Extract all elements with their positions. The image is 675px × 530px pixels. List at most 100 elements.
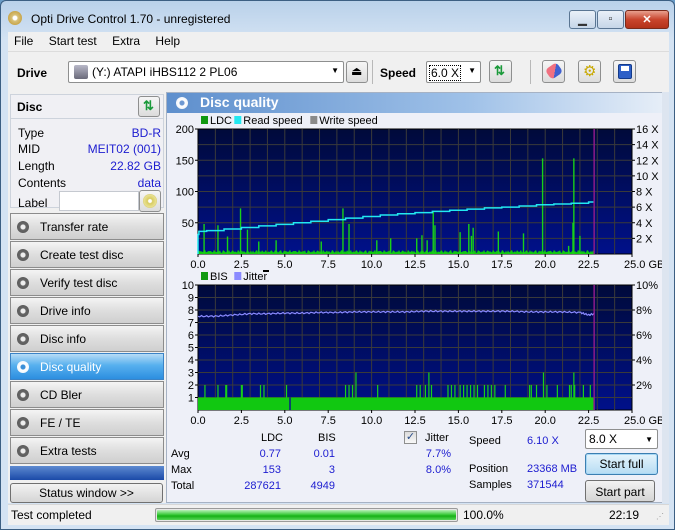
position-label: Position xyxy=(469,463,509,475)
close-icon: ✕ xyxy=(642,14,652,26)
y-tick-label-left: 3 xyxy=(188,368,194,380)
legend-swatch-write-speed xyxy=(310,116,318,124)
legend-marker xyxy=(263,270,269,272)
eject-button[interactable]: ⏏ xyxy=(346,61,368,83)
erase-button[interactable] xyxy=(542,60,565,83)
charts: LDC Read speed Write speed2001501005016 X1… xyxy=(176,115,665,427)
speed-select[interactable]: 6.0 X ▼ xyxy=(426,61,481,83)
status-window-button[interactable]: Status window >> xyxy=(10,483,163,503)
legend-label-write-speed: Write speed xyxy=(319,115,378,127)
minimize-button[interactable]: ▁ xyxy=(569,10,596,29)
y-tick-label-right: 10% xyxy=(636,280,658,292)
x-tick-label: 2.5 xyxy=(234,415,249,427)
y-tick-label-right: 10 X xyxy=(636,171,659,183)
x-tick-label: 12.5 xyxy=(404,415,425,427)
nav-item-cd-bler[interactable]: CD Bler xyxy=(10,381,164,408)
label-input[interactable] xyxy=(59,191,139,211)
nav-item-label: CD Bler xyxy=(40,388,83,402)
refresh-icon: ⇅ xyxy=(494,63,505,78)
nav-item-label: FE / TE xyxy=(40,416,81,430)
nav-item-drive-info[interactable]: Drive info xyxy=(10,297,164,324)
position-value: 23368 MB xyxy=(527,463,578,475)
status-bar: Test completed 100.0% 22:19 ⋰ xyxy=(8,504,669,525)
y-tick-label-right: 12 X xyxy=(636,155,659,167)
x-tick-label: 10.0 xyxy=(361,259,382,271)
nav-item-label: Drive info xyxy=(40,304,91,318)
nav-item-transfer-rate[interactable]: Transfer rate xyxy=(10,213,164,240)
disc-length-row: Length 22.82 GB xyxy=(18,159,161,173)
nav-item-fe-te[interactable]: FE / TE xyxy=(10,409,164,436)
elapsed-time: 22:19 xyxy=(609,508,640,522)
erase-icon xyxy=(544,62,564,80)
col-header-ldc: LDC xyxy=(261,432,284,444)
x-tick-label: 15.0 xyxy=(448,415,469,427)
nav-item-label: Create test disc xyxy=(40,248,124,262)
nav-item-label: Transfer rate xyxy=(40,220,109,234)
nav-item-disc-quality[interactable]: Disc quality xyxy=(10,353,164,380)
close-button[interactable]: ✕ xyxy=(625,10,669,29)
disc-tool-icon xyxy=(17,221,29,233)
disc-header: Disc ⇅ xyxy=(11,95,163,119)
vertical-scrollbar[interactable] xyxy=(662,92,669,503)
disc-contents-row: Contents data xyxy=(18,176,161,190)
disc-header-title: Disc xyxy=(17,100,43,114)
panel-title: Disc quality xyxy=(200,94,279,110)
window-title: Opti Drive Control 1.70 - unregistered xyxy=(31,12,231,26)
y-tick-label-left: 50 xyxy=(182,218,194,230)
total-bis: 4949 xyxy=(310,480,335,492)
x-tick-label: 25.0 GB xyxy=(624,259,664,271)
menu-help[interactable]: Help xyxy=(149,32,186,48)
menu-file[interactable]: File xyxy=(8,32,39,48)
x-tick-label: 10.0 xyxy=(361,415,382,427)
field-key: Contents xyxy=(18,176,67,190)
x-tick-label: 5.0 xyxy=(277,415,292,427)
legend-label-read-speed: Read speed xyxy=(243,115,302,127)
eject-icon: ⏏ xyxy=(351,64,363,78)
resize-grip-icon[interactable]: ⋰ xyxy=(656,512,664,521)
disc-tool-icon xyxy=(17,249,29,261)
row-label-avg: Avg xyxy=(171,448,190,460)
refresh-icon: ⇅ xyxy=(143,98,154,113)
y-tick-label-left: 6 xyxy=(188,330,194,342)
nav-item-extra-tests[interactable]: Extra tests xyxy=(10,437,164,464)
legend-swatch-read-speed xyxy=(234,116,242,124)
label-disc-button[interactable] xyxy=(139,190,161,212)
y-tick-label-left: 100 xyxy=(176,187,194,199)
settings-button[interactable]: ⚙ xyxy=(578,60,601,83)
nav-item-create-test-disc[interactable]: Create test disc xyxy=(10,241,164,268)
y-tick-label-left: 9 xyxy=(188,293,194,305)
jitter-checkbox[interactable]: ✓ xyxy=(404,431,417,444)
title-bar: Opti Drive Control 1.70 - unregistered ▁… xyxy=(1,1,674,33)
drive-select[interactable]: (Y:) ATAPI iHBS112 2 PL06 ▼ xyxy=(68,61,344,83)
cd-icon xyxy=(143,194,157,208)
x-tick-label: 7.5 xyxy=(321,415,336,427)
y-tick-label-left: 8 xyxy=(188,305,194,317)
avg-bis: 0.01 xyxy=(313,448,335,460)
maximize-button[interactable]: ▫ xyxy=(597,10,624,29)
start-part-button[interactable]: Start part xyxy=(585,480,655,502)
x-tick-label: 5.0 xyxy=(277,259,292,271)
save-button[interactable] xyxy=(613,60,636,83)
avg-ldc: 0.77 xyxy=(259,448,281,460)
disc-refresh-button[interactable]: ⇅ xyxy=(138,96,160,117)
progress-bar xyxy=(155,508,458,522)
disc-quality-panel: Disc quality LDC Read speed Write speed 200… xyxy=(166,92,669,503)
start-full-button[interactable]: Start full xyxy=(585,453,658,475)
toolbar: Drive (Y:) ATAPI iHBS112 2 PL06 ▼ ⏏ Spee… xyxy=(8,52,669,92)
menu-start-test[interactable]: Start test xyxy=(43,32,103,48)
x-tick-label: 20.0 xyxy=(534,415,555,427)
nav-item-label: Disc quality xyxy=(40,360,102,374)
test-speed-select[interactable]: 8.0 X ▼ xyxy=(585,429,658,449)
toolbar-separator xyxy=(372,60,373,84)
test-speed-value: 8.0 X xyxy=(589,432,618,446)
nav-item-disc-info[interactable]: Disc info xyxy=(10,325,164,352)
x-tick-label: 15.0 xyxy=(448,259,469,271)
y-tick-label-right: 16 X xyxy=(636,124,659,136)
refresh-button[interactable]: ⇅ xyxy=(489,60,512,83)
menu-extra[interactable]: Extra xyxy=(106,32,146,48)
field-key: Type xyxy=(18,126,45,140)
field-value: MEIT02 (001) xyxy=(87,142,161,156)
y-tick-label-left: 4 xyxy=(188,355,194,367)
y-tick-label-left: 150 xyxy=(176,155,194,167)
nav-item-verify-test-disc[interactable]: Verify test disc xyxy=(10,269,164,296)
